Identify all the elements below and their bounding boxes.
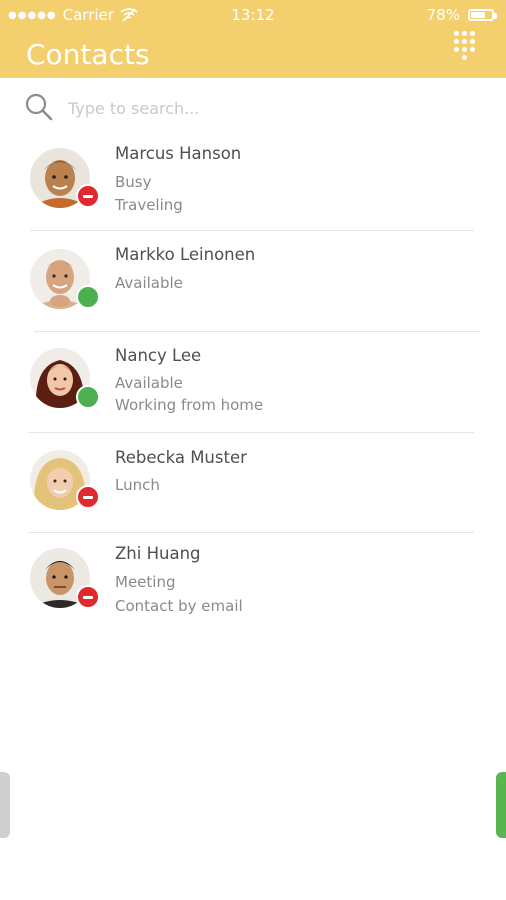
search-bar bbox=[24, 90, 484, 124]
dialpad-dot bbox=[470, 47, 475, 52]
contact-name: Nancy Lee bbox=[115, 346, 202, 365]
divider bbox=[34, 331, 480, 332]
right-drawer-handle[interactable] bbox=[496, 772, 506, 838]
dialpad-dot bbox=[454, 39, 459, 44]
contact-status: Available bbox=[115, 374, 183, 392]
battery-icon bbox=[468, 9, 497, 21]
busy-status-icon bbox=[76, 184, 100, 208]
dialpad-dot bbox=[454, 31, 459, 36]
contact-row[interactable]: Zhi Huang Meeting Contact by email bbox=[0, 534, 506, 634]
contact-status: Lunch bbox=[115, 476, 160, 494]
available-status-icon bbox=[76, 285, 100, 309]
search-icon bbox=[25, 93, 53, 121]
dialpad-dot bbox=[462, 31, 467, 36]
dialpad-icon[interactable] bbox=[454, 31, 476, 61]
status-bar: ●●●●● Carrier 13:12 78% bbox=[0, 0, 506, 30]
contact-row[interactable]: Rebecka Muster Lunch bbox=[0, 436, 506, 536]
contact-row[interactable]: Marcus Hanson Busy Traveling bbox=[0, 134, 506, 234]
contact-status: Available bbox=[115, 274, 183, 292]
contact-note: Traveling bbox=[115, 196, 183, 214]
divider bbox=[30, 230, 474, 231]
page-title: Contacts bbox=[26, 38, 150, 71]
contact-note: Working from home bbox=[115, 396, 264, 414]
battery-percent: 78% bbox=[426, 6, 460, 24]
dialpad-dot bbox=[454, 47, 459, 52]
dialpad-dot bbox=[462, 55, 467, 60]
contact-row[interactable]: Nancy Lee Available Working from home bbox=[0, 334, 506, 434]
available-status-icon bbox=[76, 385, 100, 409]
left-drawer-handle[interactable] bbox=[0, 772, 10, 838]
dialpad-dot bbox=[470, 39, 475, 44]
dialpad-dot bbox=[462, 47, 467, 52]
contact-status: Meeting bbox=[115, 573, 176, 591]
contact-name: Marcus Hanson bbox=[115, 144, 242, 163]
contact-row[interactable]: Markko Leinonen Available bbox=[0, 235, 506, 335]
dialpad-dot bbox=[462, 39, 467, 44]
dialpad-dot bbox=[470, 31, 475, 36]
contact-name: Markko Leinonen bbox=[115, 245, 256, 264]
header-bar: ●●●●● Carrier 13:12 78% Contacts bbox=[0, 0, 506, 78]
contacts-screen: ●●●●● Carrier 13:12 78% Contacts Type to… bbox=[0, 0, 506, 900]
divider bbox=[28, 532, 474, 533]
contact-status: Busy bbox=[115, 173, 152, 191]
contact-name: Zhi Huang bbox=[115, 544, 201, 563]
contact-name: Rebecka Muster bbox=[115, 448, 247, 467]
search-input[interactable] bbox=[66, 92, 470, 124]
divider bbox=[28, 432, 474, 433]
busy-status-icon bbox=[76, 585, 100, 609]
busy-status-icon bbox=[76, 485, 100, 509]
contact-note: Contact by email bbox=[115, 597, 243, 615]
